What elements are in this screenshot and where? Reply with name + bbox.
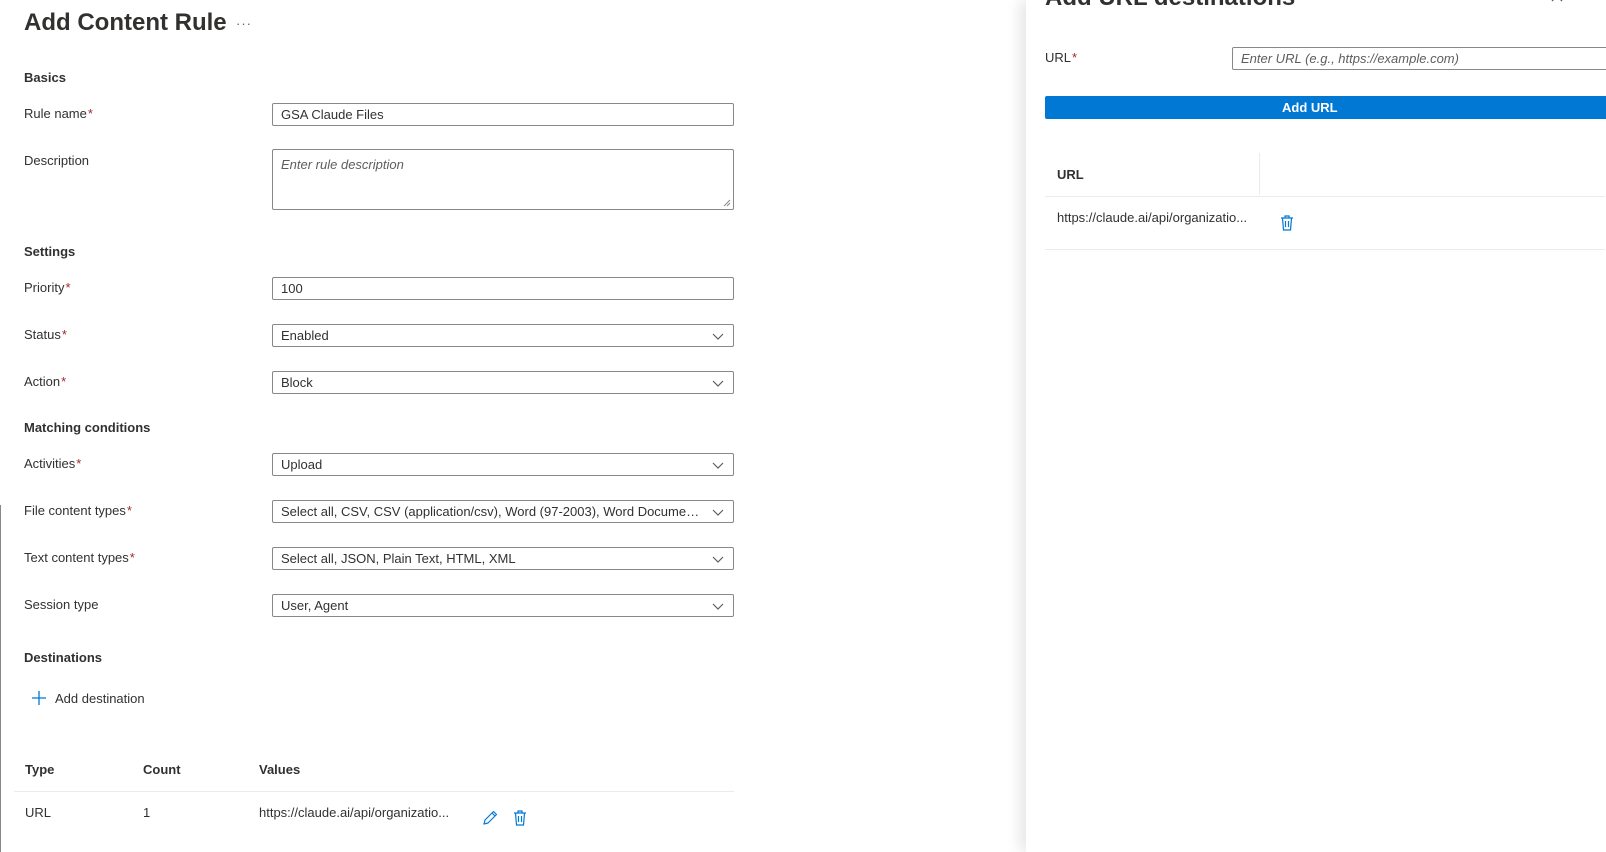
text-content-types-dropdown[interactable]: Select all, JSON, Plain Text, HTML, XML: [272, 547, 734, 570]
priority-value: 100: [281, 281, 303, 296]
panel-column-header-url: URL: [1057, 167, 1084, 182]
rule-name-input[interactable]: GSA Claude Files: [272, 103, 734, 126]
activities-dropdown[interactable]: Upload: [272, 453, 734, 476]
chevron-down-icon: [712, 380, 724, 387]
file-content-types-label: File content types*: [24, 503, 132, 518]
status-dropdown[interactable]: Enabled: [272, 324, 734, 347]
column-header-count: Count: [143, 762, 181, 777]
column-divider: [1259, 153, 1260, 195]
panel-header-divider: [1045, 196, 1605, 197]
action-dropdown[interactable]: Block: [272, 371, 734, 394]
required-mark: *: [61, 374, 67, 389]
column-header-type: Type: [25, 762, 55, 777]
status-label: Status*: [24, 327, 67, 342]
pencil-icon: [483, 810, 498, 825]
section-destinations-heading: Destinations: [24, 650, 103, 665]
action-label: Action*: [24, 374, 67, 389]
resize-grip-icon[interactable]: [723, 199, 731, 207]
session-type-value: User, Agent: [281, 598, 349, 613]
text-content-types-value: Select all, JSON, Plain Text, HTML, XML: [281, 551, 516, 566]
plus-icon: [32, 691, 46, 705]
rule-name-value: GSA Claude Files: [281, 107, 384, 122]
required-mark: *: [61, 327, 67, 342]
required-mark: *: [129, 550, 135, 565]
window-edge: [0, 505, 1, 852]
column-header-values: Values: [259, 762, 301, 777]
text-content-types-label: Text content types*: [24, 550, 135, 565]
required-mark: *: [87, 106, 93, 121]
section-settings-heading: Settings: [24, 244, 76, 259]
page-title: Add Content Rule: [24, 9, 227, 36]
chevron-down-icon: [712, 509, 724, 516]
close-icon[interactable]: [1551, 0, 1563, 2]
required-mark: *: [76, 456, 82, 471]
row-values: https://claude.ai/api/organizatio...: [259, 805, 450, 820]
trash-icon: [1281, 215, 1293, 231]
priority-label: Priority*: [24, 280, 71, 295]
action-value: Block: [281, 375, 313, 390]
chevron-down-icon: [712, 556, 724, 563]
section-matching-heading: Matching conditions: [24, 420, 151, 435]
rule-name-label: Rule name*: [24, 106, 93, 121]
table-header-divider: [14, 791, 734, 792]
required-mark: *: [65, 280, 71, 295]
section-basics-heading: Basics: [24, 70, 66, 85]
add-destination-button[interactable]: Add destination: [31, 690, 145, 706]
priority-input[interactable]: 100: [272, 277, 734, 300]
delete-url-button[interactable]: [1279, 214, 1295, 235]
file-content-types-value: Select all, CSV, CSV (application/csv), …: [281, 504, 705, 519]
panel-row-divider: [1045, 249, 1605, 250]
delete-destination-button[interactable]: [512, 809, 528, 830]
row-count: 1: [143, 805, 151, 820]
chevron-down-icon: [712, 333, 724, 340]
activities-value: Upload: [281, 457, 323, 472]
session-type-dropdown[interactable]: User, Agent: [272, 594, 734, 617]
add-url-button[interactable]: Add URL: [1045, 96, 1606, 119]
required-mark: *: [1072, 50, 1078, 65]
panel-title: Add URL destinations: [1045, 0, 1295, 12]
required-mark: *: [126, 503, 132, 518]
file-content-types-dropdown[interactable]: Select all, CSV, CSV (application/csv), …: [272, 500, 734, 523]
row-type: URL: [25, 805, 52, 820]
description-label: Description: [24, 153, 90, 168]
add-url-button-label: Add URL: [1282, 100, 1338, 115]
add-destination-label: Add destination: [55, 690, 145, 706]
status-value: Enabled: [281, 328, 329, 343]
trash-icon: [514, 810, 526, 826]
edit-destination-button[interactable]: [481, 809, 499, 830]
more-options-button[interactable]: ···: [236, 16, 252, 31]
add-url-destinations-panel: Add URL destinations URL* Add URL URL ht…: [1026, 0, 1606, 852]
description-placeholder: Enter rule description: [281, 157, 404, 172]
description-textarea[interactable]: Enter rule description: [272, 149, 734, 210]
url-label: URL*: [1045, 50, 1078, 65]
activities-label: Activities*: [24, 456, 82, 471]
panel-row-url: https://claude.ai/api/organizatio...: [1057, 210, 1248, 225]
chevron-down-icon: [712, 603, 724, 610]
session-type-label: Session type: [24, 597, 99, 612]
url-input[interactable]: [1232, 47, 1606, 70]
chevron-down-icon: [712, 462, 724, 469]
